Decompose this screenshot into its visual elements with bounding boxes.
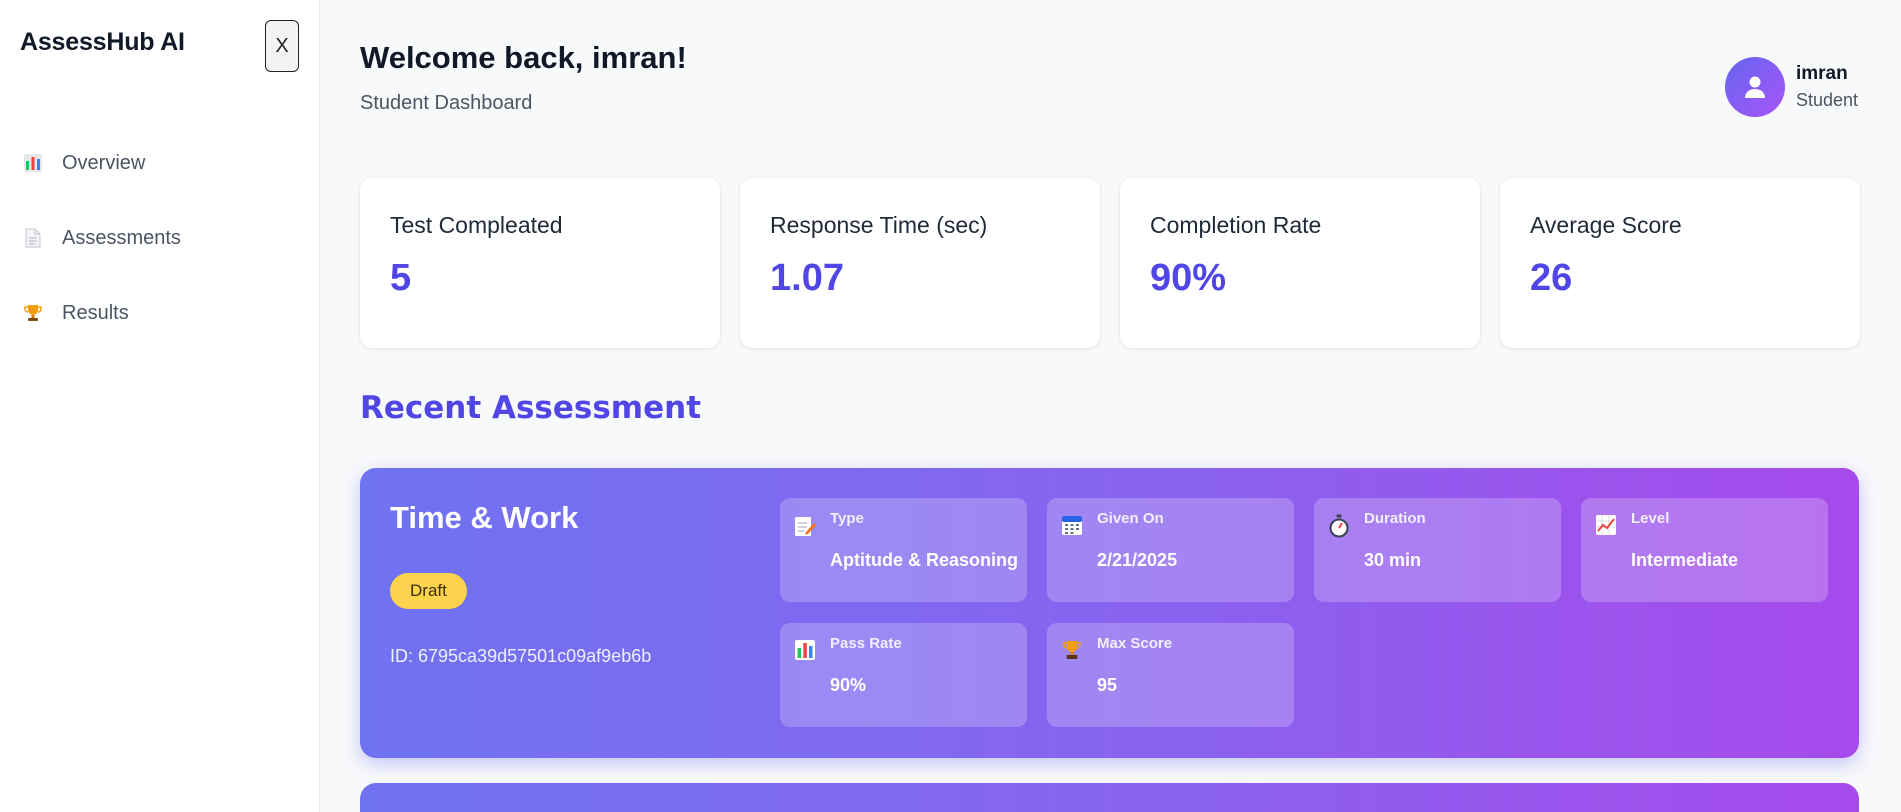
user-profile[interactable]: imran Student bbox=[1724, 57, 1858, 117]
stat-label: Completion Rate bbox=[1150, 212, 1322, 238]
sidebar-item-assessments[interactable]: Assessments bbox=[0, 215, 320, 261]
sidebar-nav: Overview Assessments Results bbox=[0, 140, 320, 365]
user-icon bbox=[1744, 76, 1765, 98]
detail-tile-pass-rate: Pass Rate 90% bbox=[780, 623, 1027, 727]
detail-tile-type: Type Aptitude & Reasoning bbox=[780, 498, 1027, 602]
sidebar-item-label: Assessments bbox=[62, 226, 181, 249]
stat-label: Average Score bbox=[1530, 212, 1682, 238]
sidebar-item-results[interactable]: Results bbox=[0, 290, 320, 336]
detail-value: 2/21/2025 bbox=[1097, 550, 1178, 570]
page-title: Welcome back, imran! bbox=[360, 40, 687, 75]
bar-chart-icon bbox=[794, 639, 818, 663]
detail-value: 30 min bbox=[1364, 550, 1422, 570]
detail-label: Pass Rate bbox=[830, 635, 902, 652]
brand-logo-text: AssessHub AI bbox=[20, 28, 185, 56]
stat-value: 26 bbox=[1530, 257, 1573, 299]
page-subtitle: Student Dashboard bbox=[360, 92, 533, 114]
main-content: Welcome back, imran! Student Dashboard i… bbox=[320, 0, 1901, 812]
trophy-icon bbox=[22, 302, 44, 324]
sidebar-item-label: Results bbox=[62, 301, 129, 324]
stat-value: 1.07 bbox=[770, 257, 844, 299]
detail-label: Given On bbox=[1097, 510, 1164, 527]
assessment-card[interactable]: Time & Work Draft ID: 6795ca39d57501c09a… bbox=[360, 468, 1859, 758]
calendar-icon bbox=[1061, 514, 1085, 538]
stat-card-tests-completed: Test Compleated 5 bbox=[360, 178, 720, 348]
assessment-id: ID: 6795ca39d57501c09af9eb6b bbox=[390, 646, 652, 666]
avatar bbox=[1724, 57, 1785, 117]
assessment-card[interactable] bbox=[360, 783, 1859, 812]
detail-tile-given-on: Given On 2/21/2025 bbox=[1047, 498, 1294, 602]
sidebar: AssessHub AI X Overview Assessments Resu… bbox=[0, 0, 320, 812]
close-sidebar-button[interactable]: X bbox=[265, 20, 299, 72]
detail-value: 90% bbox=[830, 675, 867, 695]
detail-value: 95 bbox=[1097, 675, 1118, 695]
bar-chart-icon bbox=[22, 152, 44, 174]
document-icon bbox=[22, 227, 44, 249]
user-name: imran bbox=[1795, 63, 1848, 84]
trophy-icon bbox=[1061, 639, 1085, 663]
detail-tile-max-score: Max Score 95 bbox=[1047, 623, 1294, 727]
stat-value: 90% bbox=[1150, 257, 1227, 299]
stat-label: Response Time (sec) bbox=[770, 212, 988, 238]
stat-value: 5 bbox=[390, 257, 412, 299]
detail-value: Intermediate bbox=[1631, 550, 1739, 570]
stat-card-completion-rate: Completion Rate 90% bbox=[1120, 178, 1480, 348]
user-role: Student bbox=[1795, 90, 1858, 110]
detail-tile-duration: Duration 30 min bbox=[1314, 498, 1561, 602]
memo-icon bbox=[794, 514, 818, 538]
sidebar-item-overview[interactable]: Overview bbox=[0, 140, 320, 186]
sidebar-item-label: Overview bbox=[62, 151, 146, 174]
detail-label: Max Score bbox=[1097, 635, 1173, 652]
detail-label: Duration bbox=[1364, 510, 1426, 527]
detail-label: Type bbox=[830, 510, 864, 527]
status-badge: Draft bbox=[390, 573, 467, 609]
stopwatch-icon bbox=[1328, 514, 1352, 538]
stat-card-average-score: Average Score 26 bbox=[1500, 178, 1860, 348]
detail-value: Aptitude & Reasoning bbox=[830, 550, 1018, 570]
stat-label: Test Compleated bbox=[390, 212, 563, 238]
stat-card-response-time: Response Time (sec) 1.07 bbox=[740, 178, 1100, 348]
detail-label: Level bbox=[1631, 510, 1670, 527]
section-title-recent-assessment: Recent Assessment bbox=[360, 390, 702, 426]
assessment-title: Time & Work bbox=[390, 500, 579, 535]
detail-tile-level: Level Intermediate bbox=[1581, 498, 1828, 602]
trend-chart-icon bbox=[1595, 514, 1619, 538]
stats-row: Test Compleated 5 Response Time (sec) 1.… bbox=[360, 178, 1860, 348]
